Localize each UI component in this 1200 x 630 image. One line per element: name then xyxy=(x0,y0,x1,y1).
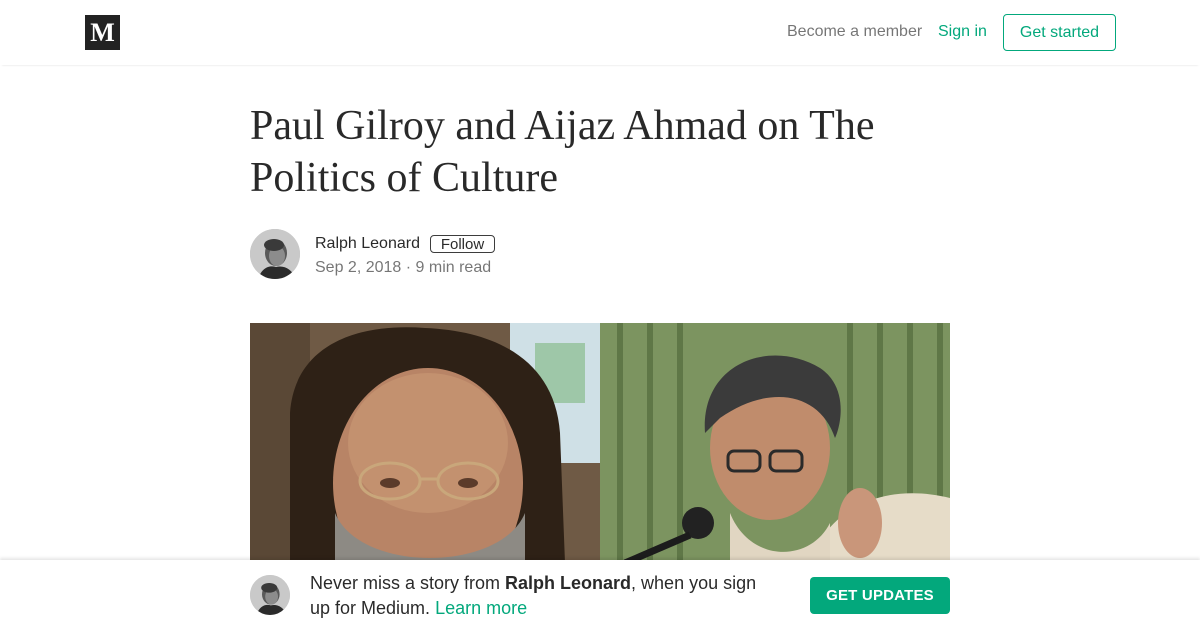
become-member-link[interactable]: Become a member xyxy=(787,23,922,41)
updates-bar: Never miss a story from Ralph Leonard, w… xyxy=(0,560,1200,630)
author-photo-icon xyxy=(250,229,300,279)
medium-logo-icon[interactable]: M xyxy=(85,15,120,50)
author-name-link[interactable]: Ralph Leonard xyxy=(315,235,420,253)
right-portrait-photo xyxy=(600,323,950,563)
author-avatar[interactable] xyxy=(250,229,300,279)
article-meta: Sep 2, 2018 · 9 min read xyxy=(315,259,491,277)
left-portrait-photo xyxy=(250,323,600,563)
article-title: Paul Gilroy and Aijaz Ahmad on The Polit… xyxy=(250,103,875,201)
author-avatar-small[interactable] xyxy=(250,575,290,615)
get-updates-button[interactable]: GET UPDATES xyxy=(810,577,950,614)
sign-in-link[interactable]: Sign in xyxy=(938,23,987,41)
promo-author: Ralph Leonard xyxy=(505,573,632,593)
read-time: 9 min read xyxy=(415,259,492,276)
hero-image xyxy=(250,323,950,563)
publish-date[interactable]: Sep 2, 2018 xyxy=(315,259,401,276)
updates-promo-text: Never miss a story from Ralph Leonard, w… xyxy=(310,571,780,621)
learn-more-link[interactable]: Learn more xyxy=(435,598,527,618)
top-navbar: M Become a member Sign in Get started xyxy=(0,0,1200,65)
promo-prefix: Never miss a story from xyxy=(310,573,506,593)
get-started-button[interactable]: Get started xyxy=(1003,14,1116,51)
author-photo-icon xyxy=(250,575,290,615)
follow-button[interactable]: Follow xyxy=(430,235,495,253)
meta-separator: · xyxy=(401,259,416,276)
